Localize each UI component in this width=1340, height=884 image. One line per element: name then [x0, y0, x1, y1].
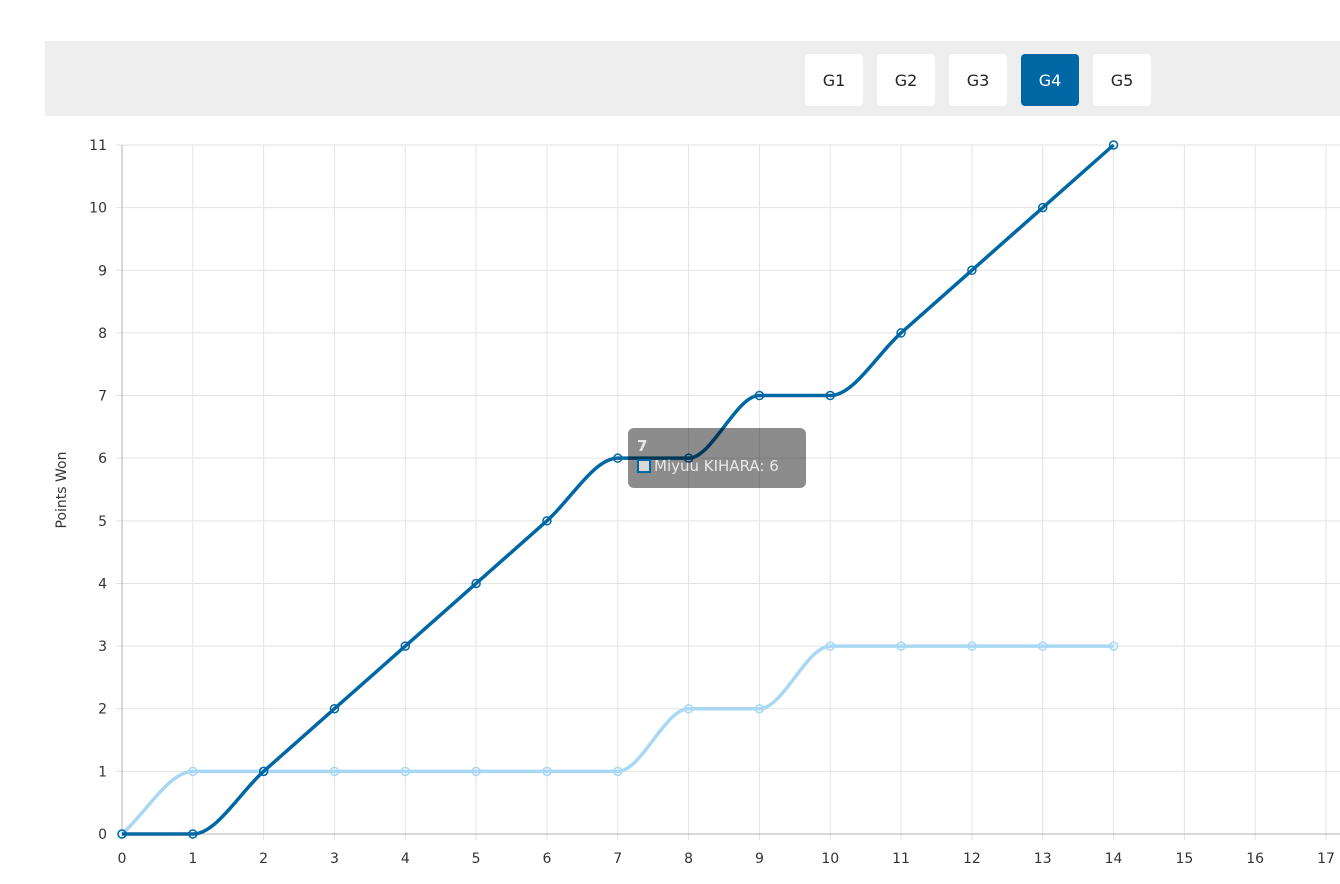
x-tick-label: 11	[892, 851, 910, 867]
x-tick-label: 4	[401, 851, 410, 867]
x-tick-label: 16	[1246, 851, 1264, 867]
y-tick-label: 2	[98, 702, 107, 718]
y-tick-label: 9	[98, 263, 107, 279]
x-tick-label: 14	[1105, 851, 1123, 867]
x-tick-label: 0	[118, 851, 127, 867]
y-tick-label: 1	[98, 764, 107, 780]
y-tick-label: 4	[98, 576, 107, 592]
y-tick-label: 6	[98, 451, 107, 467]
y-tick-label: 10	[89, 201, 107, 217]
x-tick-label: 2	[259, 851, 268, 867]
x-tick-label: 9	[755, 851, 764, 867]
x-tick-label: 5	[472, 851, 481, 867]
chart-grid	[116, 144, 1340, 840]
x-tick-label: 3	[330, 851, 339, 867]
y-tick-label: 0	[98, 827, 107, 843]
y-axis-label: Points Won	[54, 451, 70, 529]
y-tick-label: 5	[98, 514, 107, 530]
y-tick-label: 11	[89, 138, 107, 154]
x-tick-label: 1	[188, 851, 197, 867]
y-tick-label: 8	[98, 326, 107, 342]
tooltip-title: 7	[637, 437, 648, 455]
chart-tooltip: 7 Miyuu KIHARA: 6	[628, 428, 806, 488]
x-tick-label: 13	[1034, 851, 1052, 867]
x-tick-label: 12	[963, 851, 981, 867]
x-tick-label: 8	[684, 851, 693, 867]
x-tick-label: 7	[613, 851, 622, 867]
x-tick-label: 15	[1175, 851, 1193, 867]
x-tick-label: 10	[821, 851, 839, 867]
x-tick-label: 17	[1317, 851, 1335, 867]
tooltip-swatch	[637, 459, 651, 473]
x-tick-label: 6	[542, 851, 551, 867]
tooltip-text: Miyuu KIHARA: 6	[654, 457, 779, 475]
y-tick-label: 3	[98, 639, 107, 655]
y-tick-label: 7	[98, 389, 107, 405]
